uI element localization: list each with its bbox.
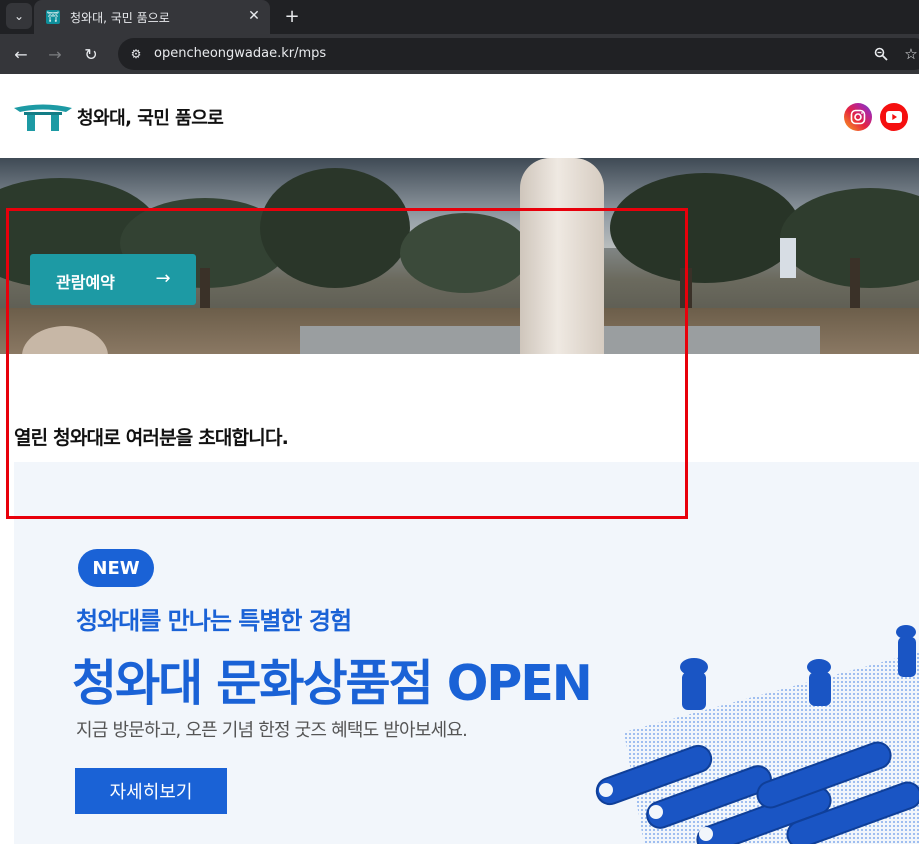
back-icon[interactable]: ← — [8, 41, 34, 67]
plus-icon[interactable]: + — [280, 4, 304, 28]
site-header: 청와대, 국민 품으로 — [0, 74, 919, 158]
logo-icon[interactable] — [14, 102, 72, 132]
browser-tab[interactable]: ⛩ 청와대, 국민 품으로 ✕ — [34, 0, 270, 34]
reload-icon[interactable]: ↻ — [78, 41, 104, 67]
browser-toolbar: ← → ↻ ⚙ opencheongwadae.kr/mps ☆ — [0, 34, 919, 74]
flag — [780, 238, 796, 278]
roof-tile-illustration — [595, 625, 919, 844]
site-info-icon[interactable]: ⚙ — [126, 44, 146, 64]
tab-title: 청와대, 국민 품으로 — [70, 11, 170, 25]
favicon-icon: ⛩ — [46, 10, 60, 24]
banner-description: 지금 방문하고, 오픈 기념 한정 굿즈 혜택도 받아보세요. — [76, 720, 468, 741]
browser-tab-bar: ⌄ ⛩ 청와대, 국민 품으로 ✕ + — [0, 0, 919, 34]
star-icon[interactable]: ☆ — [900, 43, 919, 65]
highlight-box — [6, 208, 688, 519]
zoom-icon[interactable] — [870, 43, 892, 65]
new-badge: NEW — [78, 549, 154, 587]
instagram-icon[interactable] — [844, 103, 872, 131]
address-bar[interactable]: ⚙ opencheongwadae.kr/mps ☆ — [118, 38, 919, 70]
banner-subtitle: 청와대를 만나는 특별한 경험 — [76, 607, 352, 635]
tab-search-icon[interactable]: ⌄ — [6, 3, 32, 29]
promo-banner[interactable]: NEW 청와대를 만나는 특별한 경험 청와대 문화상품점 OPEN 지금 방문… — [14, 462, 919, 844]
banner-title: 청와대 문화상품점 OPEN — [72, 655, 593, 712]
url-text[interactable]: opencheongwadae.kr/mps — [154, 46, 326, 61]
forward-icon[interactable]: → — [42, 41, 68, 67]
close-icon[interactable]: ✕ — [244, 6, 264, 26]
details-button[interactable]: 자세히보기 — [75, 768, 227, 814]
logo-text[interactable]: 청와대, 국민 품으로 — [77, 104, 224, 130]
youtube-icon[interactable] — [880, 103, 908, 131]
